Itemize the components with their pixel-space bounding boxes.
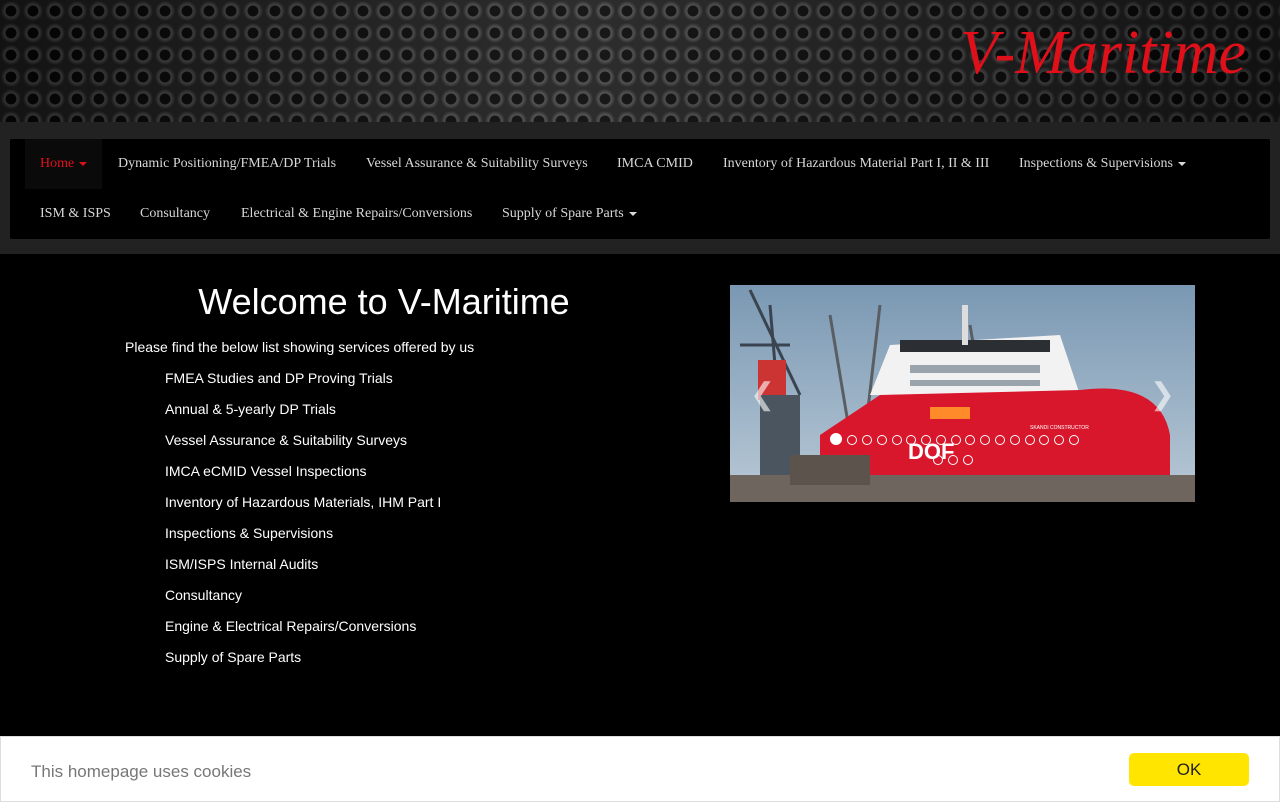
- carousel-indicator[interactable]: [891, 435, 902, 445]
- nav-ism-isps[interactable]: ISM & ISPS: [40, 206, 111, 222]
- carousel-indicator[interactable]: [921, 435, 932, 445]
- cookie-ok-button[interactable]: OK: [1129, 753, 1249, 786]
- nav-electrical-engine[interactable]: Electrical & Engine Repairs/Conversions: [241, 206, 472, 222]
- nav-home[interactable]: Home: [25, 139, 103, 189]
- service-item: Inspections & Supervisions: [165, 525, 334, 541]
- nav-inventory-hazardous[interactable]: Inventory of Hazardous Material Part I, …: [723, 156, 989, 172]
- caret-down-icon: [628, 211, 637, 216]
- service-item: Vessel Assurance & Suitability Surveys: [165, 432, 408, 448]
- page-title: Welcome to V-Maritime: [198, 281, 570, 322]
- service-item: Supply of Spare Parts: [165, 649, 302, 665]
- service-item: FMEA Studies and DP Proving Trials: [165, 370, 393, 386]
- carousel-indicator[interactable]: [876, 435, 887, 445]
- nav-wrapper: Home Dynamic Positioning/FMEA/DP Trials …: [0, 122, 1280, 254]
- carousel-indicator[interactable]: [1024, 435, 1035, 445]
- chevron-right-icon[interactable]: ❯: [1150, 377, 1175, 412]
- nav-dynamic-positioning[interactable]: Dynamic Positioning/FMEA/DP Trials: [118, 156, 336, 172]
- carousel-indicator[interactable]: [1068, 435, 1079, 445]
- caret-down-icon: [1178, 161, 1186, 166]
- service-item: IMCA eCMID Vessel Inspections: [165, 463, 367, 479]
- carousel-indicator[interactable]: [962, 455, 973, 465]
- carousel-indicator[interactable]: [1039, 435, 1050, 445]
- chevron-left-icon[interactable]: ❮: [750, 377, 775, 412]
- service-item: Inventory of Hazardous Materials, IHM Pa…: [165, 494, 442, 510]
- carousel-indicator[interactable]: [1054, 435, 1065, 445]
- nav-consultancy[interactable]: Consultancy: [140, 206, 210, 222]
- carousel-indicator[interactable]: [994, 435, 1005, 445]
- nav-inspections-label: Inspections & Supervisions: [1019, 156, 1173, 171]
- carousel-indicator[interactable]: [847, 435, 858, 445]
- caret-down-icon: [79, 161, 88, 166]
- nav-vessel-assurance[interactable]: Vessel Assurance & Suitability Surveys: [366, 156, 588, 172]
- carousel-indicator[interactable]: [950, 435, 961, 445]
- service-item: Engine & Electrical Repairs/Conversions: [165, 618, 417, 634]
- services-intro: Please find the below list showing servi…: [125, 339, 475, 355]
- carousel-indicator[interactable]: [933, 455, 943, 465]
- carousel-indicators: [828, 433, 1098, 475]
- site-logo[interactable]: V-Maritime: [960, 22, 1246, 84]
- svg-text:SKANDI CONSTRUCTOR: SKANDI CONSTRUCTOR: [1030, 425, 1089, 431]
- carousel-indicator[interactable]: [906, 435, 917, 445]
- service-item: Annual & 5-yearly DP Trials: [165, 401, 336, 417]
- nav-spare-parts-label: Supply of Spare Parts: [502, 206, 624, 221]
- services-list: FMEA Studies and DP Proving Trials Annua…: [165, 370, 441, 680]
- nav-spare-parts[interactable]: Supply of Spare Parts: [502, 206, 637, 222]
- cookie-message: This homepage uses cookies: [31, 762, 252, 781]
- service-item: Consultancy: [165, 587, 243, 603]
- carousel-indicator[interactable]: [947, 455, 958, 465]
- nav-inspections[interactable]: Inspections & Supervisions: [1019, 156, 1186, 172]
- cookie-banner: This homepage uses cookies OK: [0, 736, 1280, 802]
- nav-imca-cmid[interactable]: IMCA CMID: [617, 156, 693, 172]
- carousel-indicator[interactable]: [861, 435, 872, 445]
- carousel-indicator[interactable]: [980, 435, 991, 445]
- header-banner: V-Maritime: [0, 0, 1280, 122]
- main-navbar: Home Dynamic Positioning/FMEA/DP Trials …: [10, 139, 1270, 239]
- carousel-indicator[interactable]: [935, 435, 946, 445]
- nav-home-label: Home: [40, 156, 75, 171]
- image-carousel[interactable]: SKANDI CONSTRUCTOR DOF ❮ ❯: [730, 285, 1195, 502]
- service-item: ISM/ISPS Internal Audits: [165, 556, 319, 572]
- carousel-indicator[interactable]: [830, 433, 843, 445]
- carousel-indicator[interactable]: [965, 435, 976, 445]
- carousel-indicator[interactable]: [1009, 435, 1020, 445]
